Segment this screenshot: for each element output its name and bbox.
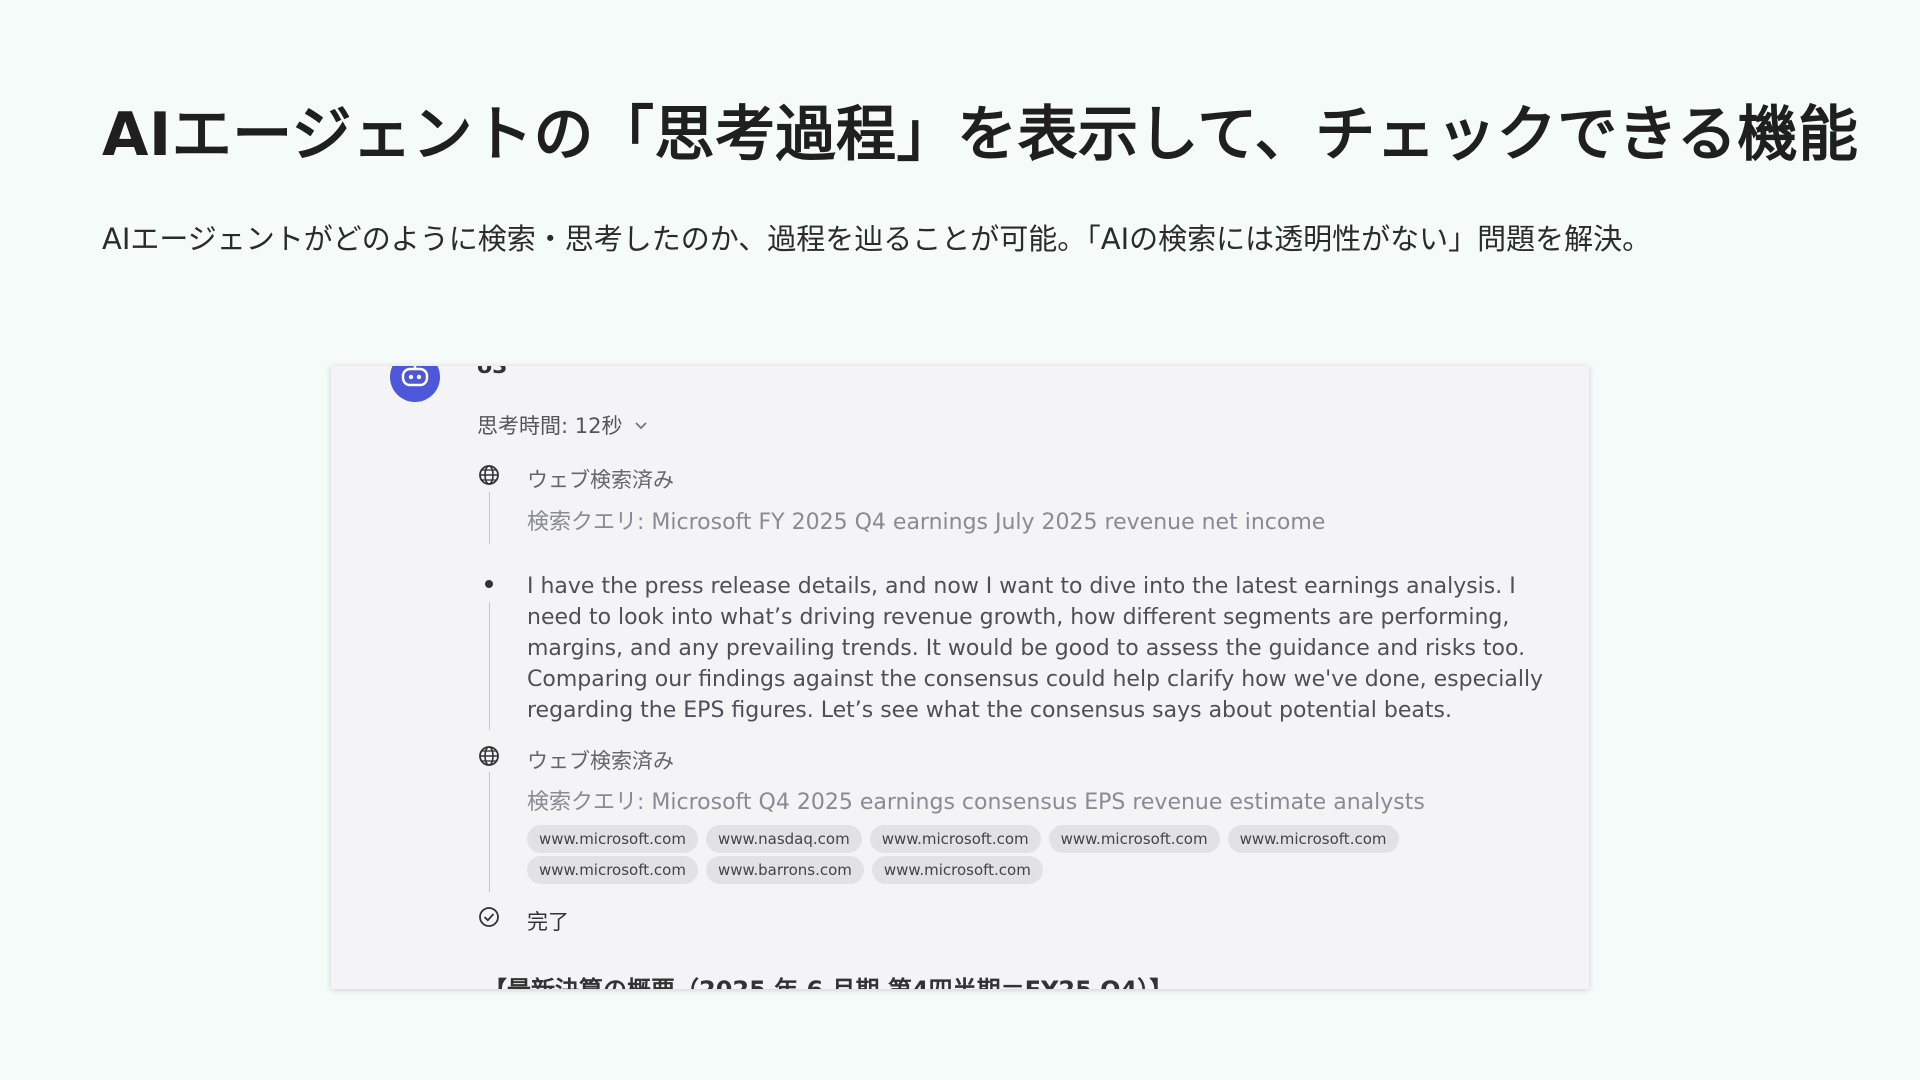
source-chip[interactable]: www.microsoft.com bbox=[527, 825, 698, 853]
step-done-label: 完了 bbox=[527, 910, 569, 934]
query-text: Microsoft Q4 2025 earnings consensus EPS… bbox=[651, 790, 1425, 815]
bot-avatar bbox=[390, 366, 440, 402]
search-query: 検索クエリ: Microsoft Q4 2025 earnings consen… bbox=[527, 784, 1425, 816]
source-chips: www.microsoft.com www.nasdaq.com www.mic… bbox=[527, 825, 1467, 884]
thought-time-label: 思考時間: 12秒 bbox=[477, 414, 623, 438]
bot-icon bbox=[401, 366, 429, 387]
page-subtitle: AIエージェントがどのように検索・思考したのか、過程を辿ることが可能。「AIの検… bbox=[102, 222, 1652, 256]
model-name: o3 bbox=[477, 366, 508, 379]
chat-screenshot-card: o3 思考時間: 12秒 ウェブ検索済み 検索クエリ: Microsoft FY… bbox=[331, 366, 1589, 989]
globe-icon bbox=[477, 744, 501, 768]
timeline-line bbox=[489, 772, 490, 892]
source-chip[interactable]: www.microsoft.com bbox=[869, 825, 1041, 853]
globe-icon bbox=[477, 463, 501, 487]
step-web-search-label: ウェブ検索済み bbox=[527, 749, 674, 773]
chevron-down-icon bbox=[635, 422, 648, 430]
source-chip[interactable]: www.microsoft.com bbox=[1048, 825, 1220, 853]
step-web-search-label: ウェブ検索済み bbox=[527, 468, 674, 492]
thought-time-toggle[interactable]: 思考時間: 12秒 bbox=[477, 410, 648, 440]
source-chip[interactable]: www.microsoft.com bbox=[527, 856, 698, 884]
source-chip[interactable]: www.barrons.com bbox=[705, 856, 864, 884]
page-title: AIエージェントの「思考過程」を表示して、チェックできる機能 bbox=[102, 100, 1859, 170]
answer-heading: 【最新決算の概要（2025 年 6 月期 第4四半期＝FY25 Q4）】 bbox=[483, 970, 1173, 989]
timeline-line bbox=[489, 602, 490, 730]
source-chip[interactable]: www.nasdaq.com bbox=[705, 825, 862, 853]
thought-text: I have the press release details, and no… bbox=[527, 574, 1544, 723]
search-query: 検索クエリ: Microsoft FY 2025 Q4 earnings Jul… bbox=[527, 504, 1325, 536]
source-chip[interactable]: www.microsoft.com bbox=[1227, 825, 1399, 853]
source-chip[interactable]: www.microsoft.com bbox=[871, 856, 1043, 884]
timeline-line bbox=[489, 492, 490, 544]
query-label: 検索クエリ: bbox=[527, 790, 645, 815]
query-text: Microsoft FY 2025 Q4 earnings July 2025 … bbox=[651, 510, 1326, 535]
query-label: 検索クエリ: bbox=[527, 510, 645, 535]
check-circle-icon bbox=[477, 905, 501, 929]
bullet-dot-icon bbox=[485, 580, 493, 588]
